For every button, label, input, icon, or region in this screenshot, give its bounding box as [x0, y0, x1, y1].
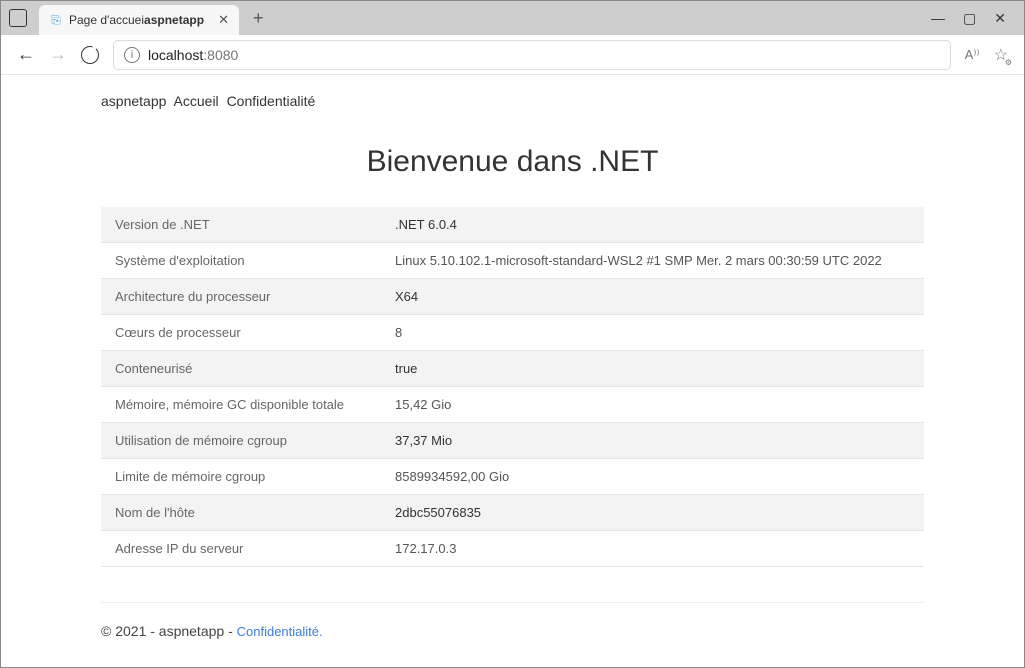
table-row: Nom de l'hôte2dbc55076835 — [101, 495, 924, 531]
tab-manager-icon[interactable] — [9, 9, 27, 27]
row-value: .NET 6.0.4 — [381, 207, 924, 243]
site-info-icon[interactable]: i — [124, 47, 140, 63]
address-bar[interactable]: i localhost:8080 — [113, 40, 951, 70]
footer: © 2021 - aspnetapp - Confidentialité. — [101, 602, 924, 667]
info-table: Version de .NET.NET 6.0.4Système d'explo… — [101, 207, 924, 567]
table-row: Limite de mémoire cgroup8589934592,00 Gi… — [101, 459, 924, 495]
nav-home-link[interactable]: Accueil — [174, 93, 219, 109]
table-row: Mémoire, mémoire GC disponible totale15,… — [101, 387, 924, 423]
row-value: X64 — [381, 279, 924, 315]
url-text: localhost:8080 — [148, 47, 238, 63]
minimize-button[interactable]: — — [931, 10, 945, 27]
read-aloud-icon[interactable]: A⁾⁾ — [965, 47, 980, 63]
row-key: Utilisation de mémoire cgroup — [101, 423, 381, 459]
row-key: Limite de mémoire cgroup — [101, 459, 381, 495]
tab-title-a: Page d'accuei — [69, 13, 144, 27]
row-value: 2dbc55076835 — [381, 495, 924, 531]
row-value: 37,37 Mio — [381, 423, 924, 459]
browser-tab[interactable]: ⎘ Page d'accueiaspnetapp ✕ — [39, 5, 239, 35]
reload-button[interactable] — [81, 46, 99, 64]
footer-privacy-link[interactable]: Confidentialité. — [237, 624, 323, 639]
table-row: Architecture du processeurX64 — [101, 279, 924, 315]
page-content: aspnetapp Accueil Confidentialité Bienve… — [1, 75, 1024, 667]
close-window-button[interactable]: ✕ — [994, 10, 1006, 27]
forward-button: → — [49, 44, 67, 65]
row-key: Adresse IP du serveur — [101, 531, 381, 567]
tab-favicon-icon: ⎘ — [49, 13, 63, 27]
page-title: Bienvenue dans .NET — [101, 145, 924, 179]
row-value: 8589934592,00 Gio — [381, 459, 924, 495]
footer-text: © 2021 - aspnetapp - — [101, 623, 237, 639]
row-key: Cœurs de processeur — [101, 315, 381, 351]
row-key: Mémoire, mémoire GC disponible totale — [101, 387, 381, 423]
tab-title-b: aspnetapp — [144, 13, 204, 27]
row-value: 172.17.0.3 — [381, 531, 924, 567]
table-row: Système d'exploitationLinux 5.10.102.1-m… — [101, 243, 924, 279]
brand-link[interactable]: aspnetapp — [101, 93, 166, 109]
toolbar-right: A⁾⁾ ☆ — [965, 45, 1008, 65]
row-value: 15,42 Gio — [381, 387, 924, 423]
url-host: localhost — [148, 47, 203, 63]
row-key: Système d'exploitation — [101, 243, 381, 279]
table-row: Conteneurisétrue — [101, 351, 924, 387]
table-row: Version de .NET.NET 6.0.4 — [101, 207, 924, 243]
row-value: 8 — [381, 315, 924, 351]
row-value: Linux 5.10.102.1-microsoft-standard-WSL2… — [381, 243, 924, 279]
table-row: Cœurs de processeur8 — [101, 315, 924, 351]
table-row: Adresse IP du serveur172.17.0.3 — [101, 531, 924, 567]
row-key: Nom de l'hôte — [101, 495, 381, 531]
back-button[interactable]: ← — [17, 44, 35, 65]
row-key: Conteneurisé — [101, 351, 381, 387]
row-value: true — [381, 351, 924, 387]
nav-privacy-link[interactable]: Confidentialité — [227, 93, 316, 109]
tab-close-icon[interactable]: ✕ — [218, 12, 229, 28]
window-controls: — ▢ ✕ — [931, 10, 1024, 27]
window-titlebar: ⎘ Page d'accueiaspnetapp ✕ + — ▢ ✕ — [1, 1, 1024, 35]
row-key: Version de .NET — [101, 207, 381, 243]
row-key: Architecture du processeur — [101, 279, 381, 315]
new-tab-button[interactable]: + — [247, 8, 270, 29]
tab-title: Page d'accueiaspnetapp — [69, 13, 210, 27]
nav-bar: aspnetapp Accueil Confidentialité — [101, 75, 924, 127]
table-row: Utilisation de mémoire cgroup37,37 Mio — [101, 423, 924, 459]
url-port: :8080 — [203, 47, 238, 63]
favorites-icon[interactable]: ☆ — [994, 45, 1008, 65]
browser-toolbar: ← → i localhost:8080 A⁾⁾ ☆ — [1, 35, 1024, 75]
maximize-button[interactable]: ▢ — [963, 10, 976, 27]
